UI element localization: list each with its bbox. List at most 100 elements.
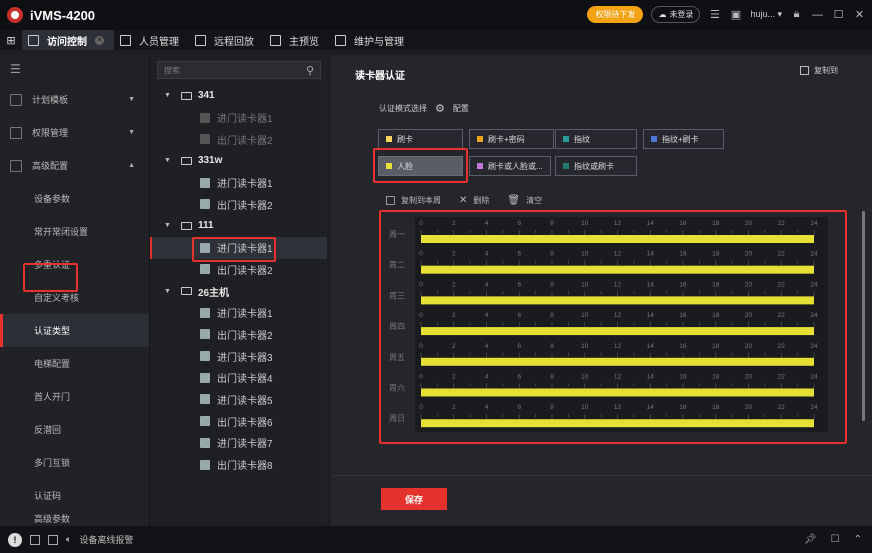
- copy-week-button[interactable]: 复制到本周: [386, 195, 441, 206]
- warning-icon[interactable]: !: [8, 532, 22, 547]
- sidebar-item-permission[interactable]: 权限管理 ▼: [0, 116, 149, 149]
- gear-icon[interactable]: ⚙: [435, 102, 445, 115]
- main-panel: 读卡器认证 复制到 认证模式选择 ⚙ 配置 刷卡 刷卡+密码 指纹 指纹+刷卡 人脸 刷卡…: [331, 55, 872, 526]
- sidebar-subitem[interactable]: 认证类型: [0, 314, 149, 347]
- chevron-down-icon[interactable]: ▼: [164, 92, 171, 99]
- tab-access-control[interactable]: 访问控制 ✕: [22, 30, 114, 50]
- auth-mode-button[interactable]: 刷卡或人脸或...: [469, 156, 551, 176]
- grid-menu-icon[interactable]: ⊞: [0, 30, 22, 50]
- tree-device-node[interactable]: ▼ 331w: [150, 150, 327, 172]
- tree-device-node[interactable]: ▼ 26主机: [150, 280, 327, 302]
- sidebar-subitem[interactable]: 认证码: [0, 479, 149, 512]
- chevron-down-icon[interactable]: ▼: [164, 157, 171, 164]
- tab-remote-playback[interactable]: 远程回放: [189, 30, 264, 50]
- clear-button[interactable]: 🗑︎ 清空: [507, 195, 542, 206]
- search-input[interactable]: 搜索 ⚲: [157, 61, 321, 79]
- schedule-segment[interactable]: [421, 388, 814, 397]
- device-icon: [180, 221, 192, 230]
- config-link[interactable]: 配置: [453, 103, 469, 114]
- hour-tick-label: 2: [452, 343, 456, 350]
- monitor-icon: [270, 34, 281, 46]
- auth-mode-button[interactable]: 指纹或刷卡: [555, 156, 637, 176]
- tree-reader-node[interactable]: 出门读卡器8: [150, 454, 327, 476]
- tab-main-view[interactable]: 主预览: [264, 30, 329, 50]
- trash-icon[interactable]: [30, 534, 40, 545]
- schedule-segment[interactable]: [421, 327, 814, 336]
- copy-icon: [800, 66, 809, 75]
- device-icon: [180, 287, 192, 296]
- schedule-background: [415, 217, 828, 432]
- sidebar-subitem[interactable]: 高级参数: [0, 512, 149, 526]
- hour-tick-label: 12: [614, 343, 622, 350]
- schedule-grid[interactable]: 周一0 2 4 6 8 10 12 14 16 18 20 22 24周二0 2 4 6 8 10 12 14 16 18…: [381, 212, 845, 442]
- scrollbar[interactable]: [862, 211, 865, 421]
- auth-mode-button[interactable]: 指纹+刷卡: [643, 129, 724, 149]
- sidebar-subitem[interactable]: 多门互锁: [0, 446, 149, 479]
- tree-reader-node[interactable]: 出门读卡器2: [150, 324, 327, 346]
- sidebar-item-schedule-template[interactable]: 计划模板 ▼: [0, 83, 149, 116]
- sidebar-subitem[interactable]: 首人开门: [0, 380, 149, 413]
- auth-mode-button[interactable]: 刷卡+密码: [469, 129, 554, 149]
- window-icon[interactable]: [48, 534, 58, 545]
- module-tab-bar: ⊞ 访问控制 ✕ 人员管理 远程回放 主预览 维护与管理: [0, 30, 872, 50]
- sidebar-item-advanced[interactable]: 高级配置 ▲: [0, 149, 149, 182]
- tree-reader-node[interactable]: 出门读卡器2: [150, 128, 327, 150]
- hour-tick-label: 8: [550, 312, 554, 319]
- sidebar-subitem[interactable]: 常开常闭设置: [0, 215, 149, 248]
- sidebar-subitem[interactable]: 反潜回: [0, 413, 149, 446]
- tree-reader-node[interactable]: 进门读卡器1: [150, 172, 327, 194]
- window-mode-icon[interactable]: ☐: [831, 534, 840, 545]
- tree-reader-node[interactable]: 进门读卡器1: [150, 302, 327, 324]
- tree-reader-node[interactable]: 进门读卡器1: [150, 107, 327, 129]
- tab-close-icon[interactable]: ✕: [95, 35, 104, 45]
- list-icon[interactable]: ☰: [708, 8, 721, 21]
- card-reader-icon: [200, 264, 210, 275]
- copy-to-button[interactable]: 复制到: [800, 65, 838, 76]
- highlight-box-reader: [192, 237, 276, 262]
- hour-tick-label: 20: [745, 374, 753, 381]
- schedule-segment[interactable]: [421, 235, 814, 243]
- sidebar-subitem[interactable]: 电梯配置: [0, 347, 149, 380]
- schedule-segment[interactable]: [421, 265, 814, 274]
- save-button[interactable]: 保存: [381, 488, 447, 510]
- tree-reader-node[interactable]: 进门读卡器7: [150, 432, 327, 454]
- hour-tick-label: 18: [712, 281, 720, 288]
- chevron-down-icon[interactable]: ▼: [164, 222, 171, 229]
- schedule-segment[interactable]: [421, 357, 814, 366]
- chart-icon[interactable]: ▣: [729, 8, 742, 21]
- mute-icon[interactable]: 🔈︎: [66, 534, 71, 545]
- mode-color-swatch: [651, 136, 657, 142]
- tab-person-management[interactable]: 人员管理: [114, 30, 189, 50]
- schedule-segment[interactable]: [421, 296, 814, 305]
- card-reader-icon: [200, 394, 210, 405]
- maximize-icon[interactable]: ☐: [832, 8, 845, 21]
- tree-device-node[interactable]: ▼ 341: [150, 85, 327, 107]
- tree-reader-node[interactable]: 出门读卡器2: [150, 193, 327, 215]
- sidebar-collapse-icon[interactable]: ☰: [0, 55, 149, 83]
- minimize-icon[interactable]: —: [811, 9, 824, 21]
- hour-tick-label: 0: [419, 404, 423, 411]
- day-label: 周五: [389, 353, 405, 362]
- user-menu[interactable]: huju... ▾: [750, 9, 782, 20]
- schedule-segment[interactable]: [421, 419, 814, 428]
- tab-maintenance[interactable]: 维护与管理: [329, 30, 414, 50]
- chevron-down-icon[interactable]: ▼: [164, 288, 171, 295]
- tree-reader-node[interactable]: 进门读卡器3: [150, 345, 327, 367]
- pin-icon[interactable]: 📌︎: [804, 534, 817, 545]
- auth-mode-button[interactable]: 指纹: [555, 129, 637, 149]
- tree-reader-node[interactable]: 出门读卡器4: [150, 367, 327, 389]
- auth-mode-button[interactable]: 刷卡: [378, 129, 463, 149]
- hour-tick-label: 18: [712, 312, 720, 319]
- tree-reader-node[interactable]: 出门读卡器6: [150, 410, 327, 432]
- login-status[interactable]: ☁ 未登录: [651, 6, 701, 23]
- tree-reader-node[interactable]: 进门读卡器5: [150, 389, 327, 411]
- lock-icon[interactable]: 🔒︎: [790, 8, 803, 21]
- chevron-up-icon[interactable]: ⌃: [854, 534, 862, 545]
- delete-button[interactable]: ✕ 删除: [459, 195, 489, 206]
- pending-permissions-badge[interactable]: 权限待下发: [587, 6, 644, 23]
- door-icon: [28, 34, 39, 46]
- hour-tick-label: 20: [745, 343, 753, 350]
- sidebar-subitem[interactable]: 设备参数: [0, 182, 149, 215]
- close-icon[interactable]: ✕: [853, 8, 866, 21]
- tree-device-node[interactable]: ▼ 111: [150, 215, 327, 237]
